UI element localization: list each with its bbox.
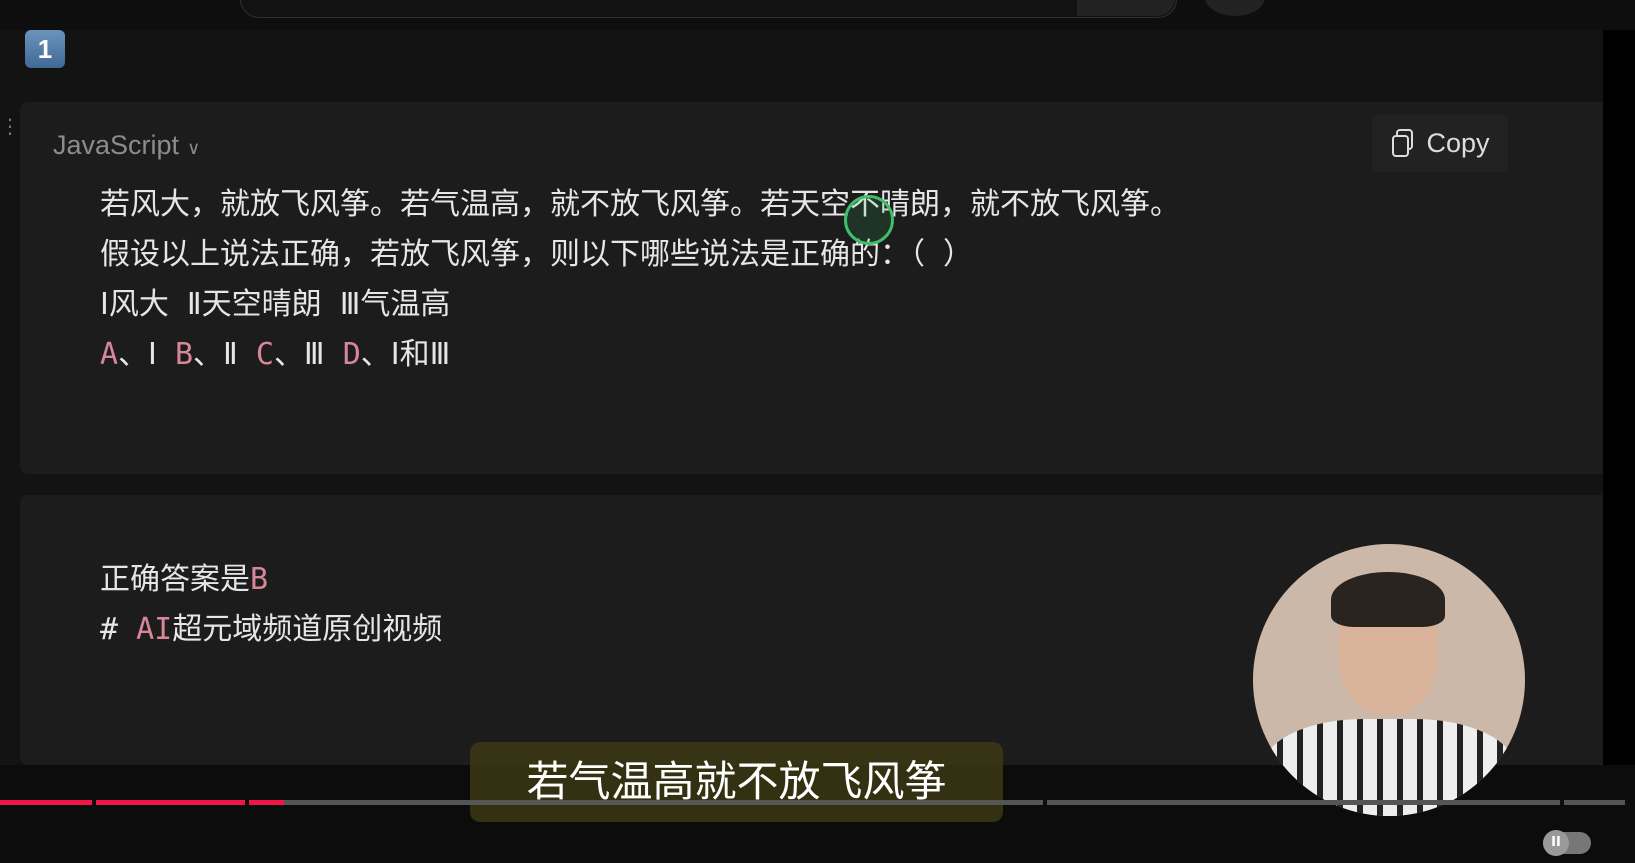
option-text: 、Ⅱ xyxy=(193,337,256,372)
search-button[interactable] xyxy=(1077,0,1175,16)
option-text: 、Ⅰ和Ⅲ xyxy=(360,337,451,372)
option-letter: A xyxy=(100,337,119,372)
language-label: JavaScript xyxy=(53,130,180,160)
voice-search-button[interactable] xyxy=(1205,0,1265,16)
drag-handle-icon[interactable]: ⋮ xyxy=(0,116,20,136)
code-line-options: A、Ⅰ B、Ⅱ C、Ⅲ D、Ⅰ和Ⅲ xyxy=(100,330,1180,380)
chapter-marker xyxy=(245,800,249,805)
chapter-marker xyxy=(92,800,96,805)
copy-button[interactable]: Copy xyxy=(1372,114,1508,172)
autoplay-toggle[interactable]: II xyxy=(1543,830,1591,856)
code-block: JavaScript ∨ Copy 若风大，就放飞风筝。若气温高，就不放飞风筝。若… xyxy=(20,102,1615,474)
option-text: 、Ⅰ xyxy=(118,337,175,372)
code-line: 假设以上说法正确，若放飞风筝，则以下哪些说法是正确的：（ ） xyxy=(100,237,974,272)
option-letter: C xyxy=(255,337,274,372)
hash: # xyxy=(100,612,137,647)
presenter-hair xyxy=(1331,572,1445,627)
keycap-number-badge: 1 xyxy=(25,30,65,68)
chapter-marker xyxy=(1560,800,1564,805)
option-letter: B xyxy=(174,337,194,372)
option-letter: D xyxy=(342,337,361,372)
tag-line: # AI超元域频道原创视频 xyxy=(100,605,442,655)
language-selector[interactable]: JavaScript ∨ xyxy=(53,130,200,161)
answer-content: 正确答案是B # AI超元域频道原创视频 xyxy=(100,555,442,655)
search-box[interactable] xyxy=(240,0,1177,18)
chevron-down-icon: ∨ xyxy=(187,138,201,158)
answer-line: 正确答案是B xyxy=(100,555,442,605)
answer-letter: B xyxy=(250,562,269,597)
pause-icon: II xyxy=(1543,830,1569,856)
code-content: 若风大，就放飞风筝。若气温高，就不放飞风筝。若天空不晴朗，就不放飞风筝。 假设以上… xyxy=(100,180,1180,380)
video-progress-bar[interactable] xyxy=(0,800,1625,805)
code-line: Ⅰ风大 Ⅱ天空晴朗 Ⅲ气温高 xyxy=(100,287,451,322)
video-subtitle: 若气温高就不放飞风筝 xyxy=(470,742,1003,822)
code-line: 若风大，就放飞风筝。若气温高，就不放飞风筝。若天空不晴朗，就不放飞风筝。 xyxy=(100,187,1180,222)
copy-icon xyxy=(1392,129,1414,157)
right-edge xyxy=(1603,30,1635,863)
browser-top-bar xyxy=(0,0,1635,30)
presenter-video-avatar xyxy=(1253,544,1525,816)
mouse-cursor-highlight xyxy=(844,195,894,245)
tag-text: 超元域频道原创视频 xyxy=(172,612,443,647)
option-text: 、Ⅲ xyxy=(273,337,343,372)
progress-fill xyxy=(0,800,285,805)
copy-label: Copy xyxy=(1426,127,1490,158)
tag-ai: AI xyxy=(136,612,173,647)
chapter-marker xyxy=(1043,800,1047,805)
answer-prefix: 正确答案是 xyxy=(100,562,250,597)
